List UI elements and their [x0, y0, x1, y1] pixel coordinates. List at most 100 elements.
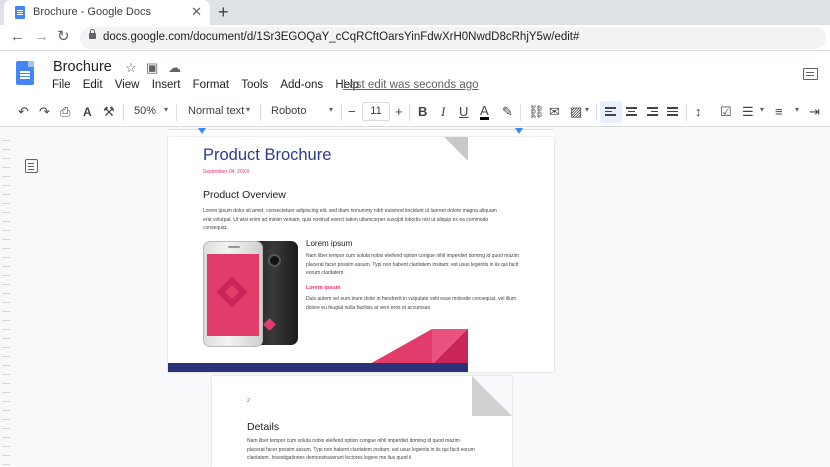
reload-icon[interactable]: ↻: [57, 28, 70, 46]
page-corner-fold: [472, 376, 512, 416]
overview-paragraph[interactable]: Lorem ipsum dolor sit amet, consectetuer…: [203, 207, 503, 233]
numbered-caret-icon[interactable]: ▾: [795, 105, 799, 114]
address-bar: ← → ↻ docs.google.com/document/d/1Sr3EGO…: [0, 25, 830, 51]
menu-insert[interactable]: Insert: [152, 79, 181, 91]
star-icon[interactable]: ☆: [125, 60, 137, 76]
insert-link-icon[interactable]: ⛓: [528, 104, 545, 120]
document-outline-icon[interactable]: [25, 159, 38, 173]
add-comment-icon[interactable]: ✉: [549, 104, 560, 120]
phone-screen: [207, 254, 259, 336]
insert-image-icon[interactable]: ▨: [570, 104, 582, 120]
document-title[interactable]: Brochure: [53, 59, 112, 75]
document-page-2[interactable]: 2 Details Nam liber tempor cum soluta no…: [212, 376, 512, 467]
font-size-input[interactable]: 11: [362, 102, 390, 121]
pink-triangle-decor: [368, 329, 432, 365]
underline-button[interactable]: U: [459, 104, 468, 120]
bulleted-list-icon[interactable]: ☰: [742, 104, 754, 120]
back-icon[interactable]: ←: [10, 28, 25, 46]
tab-close-icon[interactable]: ✕: [191, 4, 202, 20]
text-color-icon[interactable]: A: [480, 104, 489, 120]
light-pink-triangle-decor: [432, 329, 468, 365]
docs-logo-icon[interactable]: [16, 61, 34, 85]
ruler-text-area: [168, 129, 554, 137]
menu-view[interactable]: View: [115, 79, 140, 91]
menu-file[interactable]: File: [52, 79, 71, 91]
page-number[interactable]: 2: [247, 398, 250, 404]
page-corner-fold: [444, 137, 468, 161]
paint-format-icon[interactable]: ⚒: [103, 104, 115, 120]
italic-button[interactable]: I: [441, 104, 445, 120]
cloud-status-icon[interactable]: ☁: [168, 60, 181, 76]
checklist-icon[interactable]: ☑: [720, 104, 732, 120]
white-phone-image: [203, 241, 263, 347]
toolbar-divider: [596, 104, 597, 121]
zoom-select[interactable]: 50%: [134, 105, 156, 117]
print-icon[interactable]: ⎙: [60, 104, 70, 120]
justify-icon[interactable]: [667, 107, 678, 116]
align-right-icon[interactable]: [647, 107, 658, 116]
right-indent-marker[interactable]: [515, 128, 523, 134]
camera-lens-icon: [268, 254, 281, 267]
duis-paragraph[interactable]: Duis autem vel eum iriure dolor in hendr…: [306, 295, 522, 312]
style-select[interactable]: Normal text: [188, 105, 244, 117]
font-select[interactable]: Roboto: [271, 105, 306, 117]
docs-header: Brochure ☆ ▣ ☁ File Edit View Insert For…: [0, 51, 830, 98]
lorem-ipsum-pink-heading[interactable]: Lorem ipsum: [306, 285, 341, 291]
bullets-caret-icon[interactable]: ▾: [760, 105, 764, 114]
menu-edit[interactable]: Edit: [83, 79, 103, 91]
image-caret-icon[interactable]: ▾: [585, 105, 589, 114]
forward-icon[interactable]: →: [34, 28, 49, 46]
url-text[interactable]: docs.google.com/document/d/1Sr3EGOQaY_cC…: [103, 31, 579, 43]
tab-title: Brochure - Google Docs: [33, 6, 151, 18]
spellcheck-icon[interactable]: A: [83, 104, 92, 120]
align-center-icon[interactable]: [626, 107, 637, 116]
move-folder-icon[interactable]: ▣: [146, 60, 158, 76]
omnibox[interactable]: docs.google.com/document/d/1Sr3EGOQaY_cC…: [80, 27, 826, 49]
toolbar-divider: [341, 104, 342, 121]
bold-button[interactable]: B: [418, 104, 427, 120]
horizontal-ruler[interactable]: [0, 127, 830, 137]
toolbar-divider: [176, 104, 177, 121]
details-paragraph[interactable]: Nam liber tempor cum soluta nobis eleife…: [247, 437, 477, 463]
browser-tabstrip: Brochure - Google Docs ✕ +: [0, 0, 830, 25]
menu-bar: File Edit View Insert Format Tools Add-o…: [52, 79, 368, 91]
details-heading[interactable]: Details: [247, 421, 279, 433]
toolbar-divider: [686, 104, 687, 121]
font-caret-icon[interactable]: ▾: [329, 105, 333, 114]
align-left-icon: [605, 107, 616, 116]
left-indent-marker[interactable]: [198, 128, 206, 134]
new-tab-button[interactable]: +: [218, 2, 229, 22]
highlight-icon[interactable]: ✎: [502, 104, 513, 120]
font-size-increase-button[interactable]: +: [395, 104, 403, 120]
browser-tab[interactable]: Brochure - Google Docs ✕: [4, 0, 210, 25]
speaker-grille: [228, 246, 240, 248]
toolbar-divider: [520, 104, 521, 121]
toolbar-divider: [260, 104, 261, 121]
line-spacing-icon[interactable]: ↕: [695, 104, 702, 120]
comments-icon[interactable]: [803, 68, 818, 80]
docs-favicon-icon: [15, 6, 25, 19]
lorem-ipsum-subheading[interactable]: Lorem ipsum: [306, 239, 352, 248]
navy-footer-band: [168, 363, 468, 372]
lorem-paragraph[interactable]: Nam liber tempor cum soluta nobis eleife…: [306, 252, 522, 278]
lock-icon[interactable]: [89, 29, 96, 39]
menu-tools[interactable]: Tools: [241, 79, 268, 91]
redo-icon[interactable]: ↷: [39, 104, 50, 120]
document-page-1[interactable]: Product Brochure September 04, 20XX Prod…: [168, 137, 554, 372]
menu-addons[interactable]: Add-ons: [280, 79, 323, 91]
zoom-caret-icon[interactable]: ▾: [164, 105, 168, 114]
product-brochure-title[interactable]: Product Brochure: [203, 146, 331, 165]
product-overview-heading[interactable]: Product Overview: [203, 189, 286, 201]
indent-icon[interactable]: ⇥: [809, 104, 820, 120]
undo-icon[interactable]: ↶: [18, 104, 29, 120]
toolbar-divider: [123, 104, 124, 121]
style-caret-icon[interactable]: ▾: [246, 105, 250, 114]
last-edit-link[interactable]: Last edit was seconds ago: [343, 79, 479, 91]
vertical-ruler: [2, 140, 10, 467]
numbered-list-icon[interactable]: ≡: [775, 104, 783, 120]
font-size-decrease-button[interactable]: −: [348, 104, 356, 120]
menu-format[interactable]: Format: [193, 79, 229, 91]
brochure-date[interactable]: September 04, 20XX: [203, 169, 249, 175]
formatting-toolbar: ↶ ↷ ⎙ A ⚒ 50% ▾ Normal text ▾ Roboto ▾ −…: [0, 98, 830, 127]
toolbar-divider: [409, 104, 410, 121]
